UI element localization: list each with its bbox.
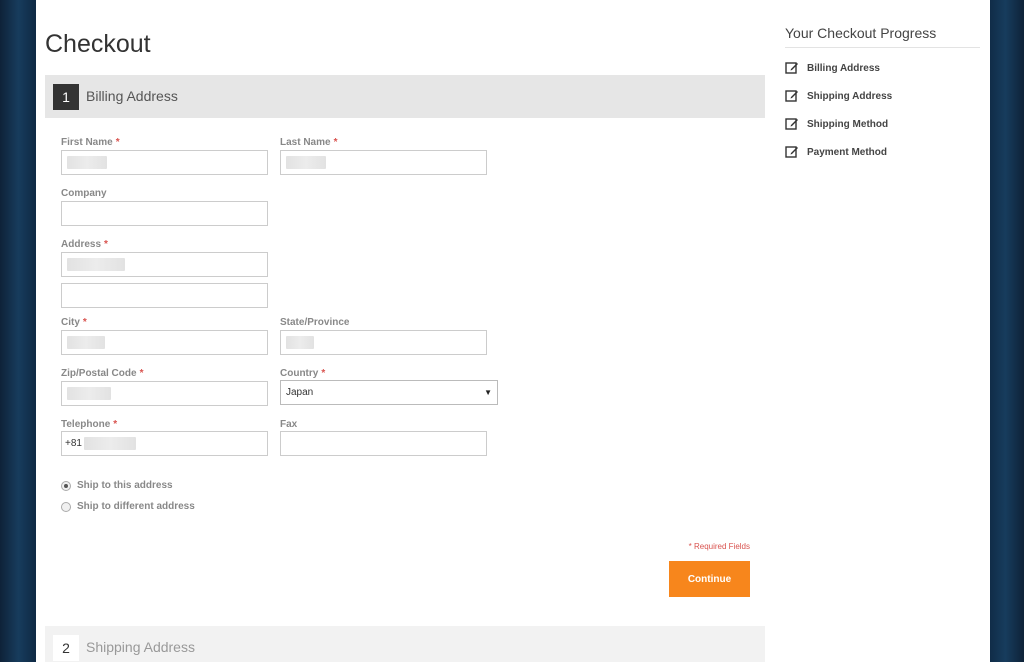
- fax-label: Fax: [280, 419, 298, 430]
- country-value: Japan: [286, 387, 314, 398]
- fax-input[interactable]: [280, 431, 487, 456]
- company-label: Company: [61, 188, 107, 199]
- dropdown-arrow-icon: ▼: [484, 388, 492, 397]
- telephone-prefix: +81: [65, 438, 82, 449]
- edit-icon: [785, 118, 798, 130]
- step-billing-header[interactable]: 1 Billing Address: [45, 75, 765, 118]
- step-number: 2: [53, 635, 79, 661]
- last-name-input[interactable]: [280, 150, 487, 175]
- radio-checked-icon[interactable]: [61, 480, 71, 491]
- zip-label: Zip/Postal Code *: [61, 368, 144, 379]
- page-container: Checkout 1 Billing Address First Name * L…: [36, 0, 990, 662]
- ship-to-this-address-option[interactable]: Ship to this address: [61, 480, 173, 491]
- first-name-input[interactable]: [61, 150, 268, 175]
- required-fields-note: * Required Fields: [688, 542, 750, 551]
- first-name-label: First Name *: [61, 137, 120, 148]
- progress-item-shipping-method[interactable]: Shipping Method: [785, 117, 888, 131]
- step-shipping-header[interactable]: 2 Shipping Address: [45, 626, 765, 662]
- step-title: Billing Address: [86, 88, 178, 104]
- state-label: State/Province: [280, 317, 350, 328]
- progress-item-billing-address[interactable]: Billing Address: [785, 61, 880, 75]
- address-line1-input[interactable]: [61, 252, 268, 277]
- progress-item-payment-method[interactable]: Payment Method: [785, 145, 887, 159]
- page-title: Checkout: [45, 30, 151, 58]
- country-label: Country *: [280, 368, 326, 379]
- city-input[interactable]: [61, 330, 268, 355]
- telephone-input[interactable]: +81: [61, 431, 268, 456]
- city-label: City *: [61, 317, 87, 328]
- state-input[interactable]: [280, 330, 487, 355]
- continue-button[interactable]: Continue: [669, 561, 750, 597]
- telephone-label: Telephone *: [61, 419, 118, 430]
- step-title: Shipping Address: [86, 639, 195, 655]
- zip-input[interactable]: [61, 381, 268, 406]
- country-select[interactable]: Japan ▼: [280, 380, 498, 405]
- address-label: Address *: [61, 239, 108, 250]
- edit-icon: [785, 90, 798, 102]
- step-number: 1: [53, 84, 79, 110]
- address-line2-input[interactable]: [61, 283, 268, 308]
- last-name-label: Last Name *: [280, 137, 338, 148]
- ship-to-different-address-option[interactable]: Ship to different address: [61, 501, 195, 512]
- edit-icon: [785, 62, 798, 74]
- sidebar-title: Your Checkout Progress: [785, 25, 980, 48]
- company-input[interactable]: [61, 201, 268, 226]
- progress-item-shipping-address[interactable]: Shipping Address: [785, 89, 892, 103]
- radio-unchecked-icon[interactable]: [61, 501, 71, 512]
- edit-icon: [785, 146, 798, 158]
